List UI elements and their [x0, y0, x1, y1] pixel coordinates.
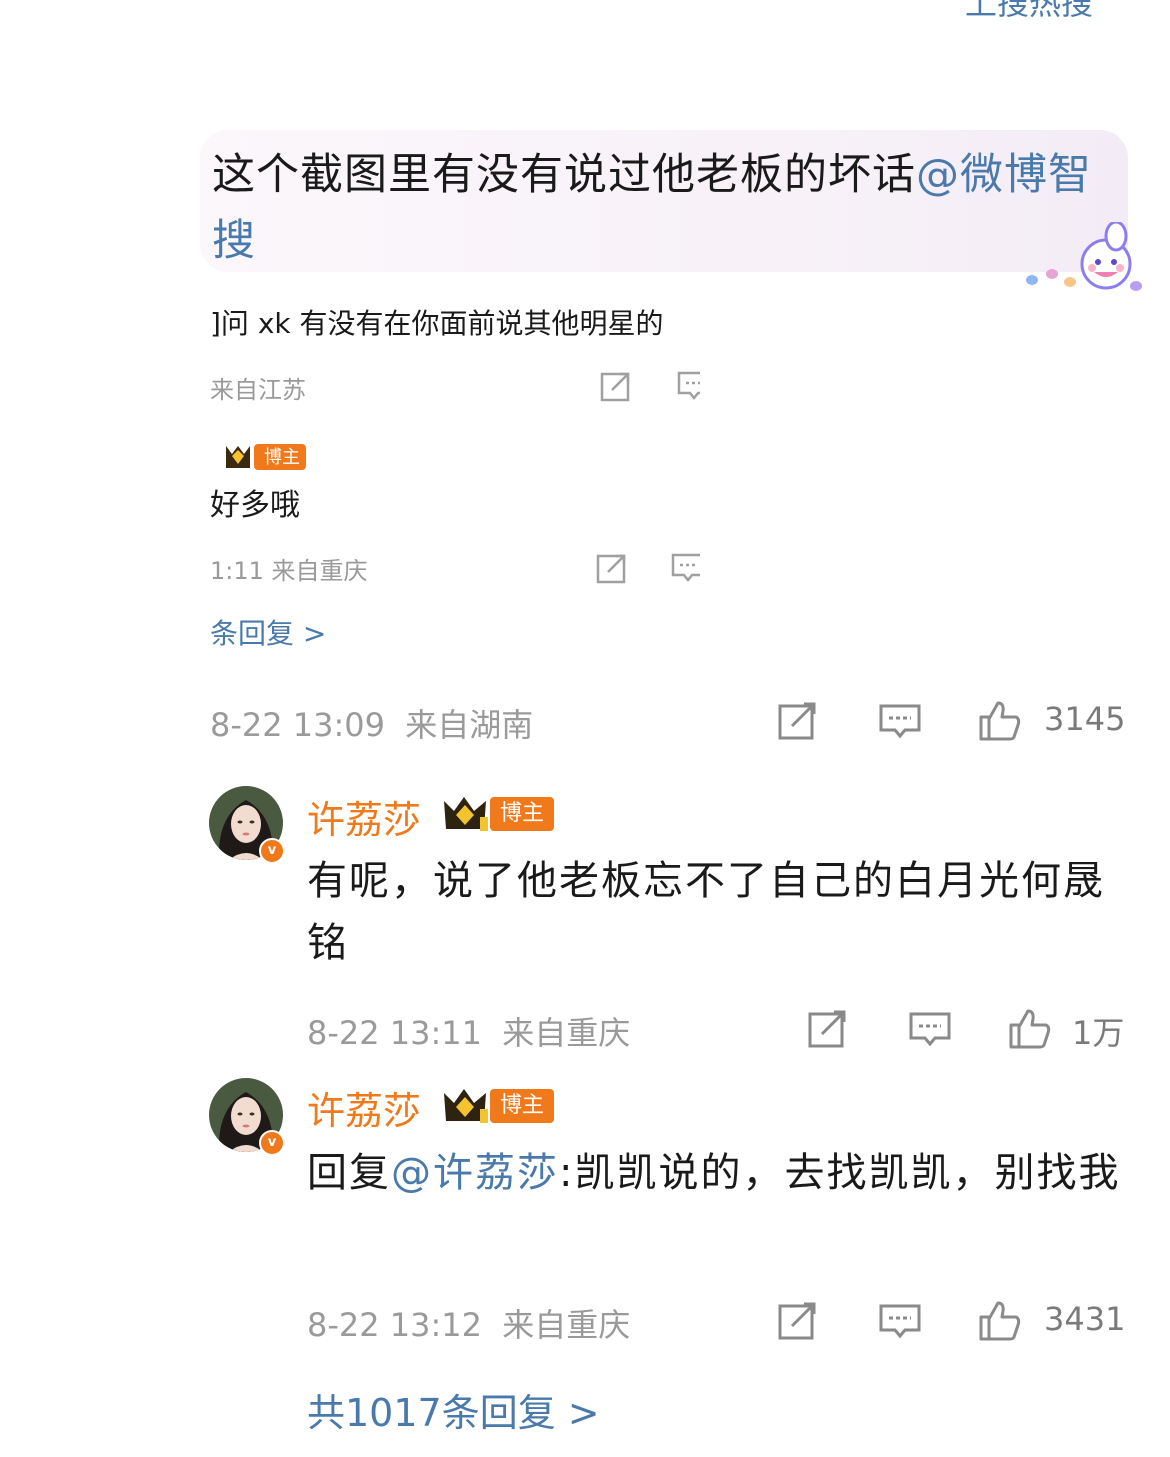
mention-link[interactable]: @许荔莎: [391, 1150, 559, 1196]
hot-search-link[interactable]: 上搜热搜: [965, 0, 1093, 24]
bunny-sticker-icon: [1026, 222, 1142, 291]
like-icon[interactable]: [978, 1297, 1022, 1341]
comment-icon[interactable]: [670, 550, 700, 590]
reply-location: 来自重庆: [502, 1306, 631, 1344]
share-icon[interactable]: [594, 550, 630, 586]
like-count: 1万: [1072, 1014, 1125, 1052]
username[interactable]: 许荔莎: [307, 789, 421, 844]
share-icon[interactable]: [598, 368, 634, 404]
like-count: 3431: [1044, 1300, 1126, 1338]
reply-text: 回复@许荔莎:凯凯说的，去找凯凯，别找我: [307, 1142, 1127, 1204]
verified-badge-icon: v: [259, 838, 285, 864]
reply-text: 有呢，说了他老板忘不了自己的白月光何晟铭: [307, 858, 1105, 966]
view-all-replies-link[interactable]: 共1017条回复 >: [307, 1382, 600, 1437]
comment-meta: 8-22 13:09 来自湖南: [210, 700, 533, 746]
reply-body: :凯凯说的，去找凯凯，别找我: [559, 1150, 1121, 1196]
comment-time: 8-22 13:09: [210, 706, 386, 744]
like-icon[interactable]: [978, 697, 1022, 741]
comment-icon[interactable]: [878, 700, 922, 744]
share-icon[interactable]: [806, 1006, 850, 1050]
reply-meta: 8-22 13:12 来自重庆: [307, 1300, 630, 1346]
comment-icon[interactable]: [908, 1008, 952, 1052]
crown-icon: [444, 797, 488, 831]
reply-time: 8-22 13:12: [307, 1306, 483, 1344]
share-icon[interactable]: [776, 698, 820, 742]
reply-meta: 8-22 13:11 来自重庆: [307, 1008, 630, 1054]
preview-reply-text: 好多哦: [210, 488, 300, 523]
username[interactable]: 许荔莎: [307, 1080, 421, 1135]
comment-icon[interactable]: [878, 1300, 922, 1344]
crown-icon: [444, 1089, 488, 1123]
preview-reply-meta: 1:11 来自重庆: [210, 557, 368, 585]
preview-vip-badge: 博主: [210, 440, 310, 472]
like-count: 3145: [1044, 700, 1126, 738]
main-comment-text: 这个截图里有没有说过他老板的坏话@微博智搜: [212, 142, 1122, 274]
vip-badge: 博主: [440, 1085, 556, 1125]
reply-prefix: 回复: [307, 1150, 391, 1196]
comment-location: 来自湖南: [405, 706, 534, 744]
badge-label: 博主: [490, 1089, 555, 1123]
reply-location: 来自重庆: [502, 1014, 631, 1052]
preview-badge-label: 博主: [264, 447, 300, 468]
verified-badge-icon: v: [259, 1130, 285, 1156]
like-icon[interactable]: [1008, 1005, 1052, 1049]
share-icon[interactable]: [776, 1298, 820, 1342]
preview-more-replies-link[interactable]: 条回复 >: [210, 612, 410, 652]
comment-body: 这个截图里有没有说过他老板的坏话: [212, 150, 916, 200]
vip-badge: 博主: [440, 793, 556, 833]
badge-label: 博主: [490, 797, 555, 831]
comment-icon[interactable]: [676, 368, 700, 408]
preview-reply-text: ]问 xk 有没有在你面前说其他明星的: [210, 307, 664, 340]
reply-time: 8-22 13:11: [307, 1014, 483, 1052]
preview-reply-meta: 来自江苏: [210, 376, 306, 404]
